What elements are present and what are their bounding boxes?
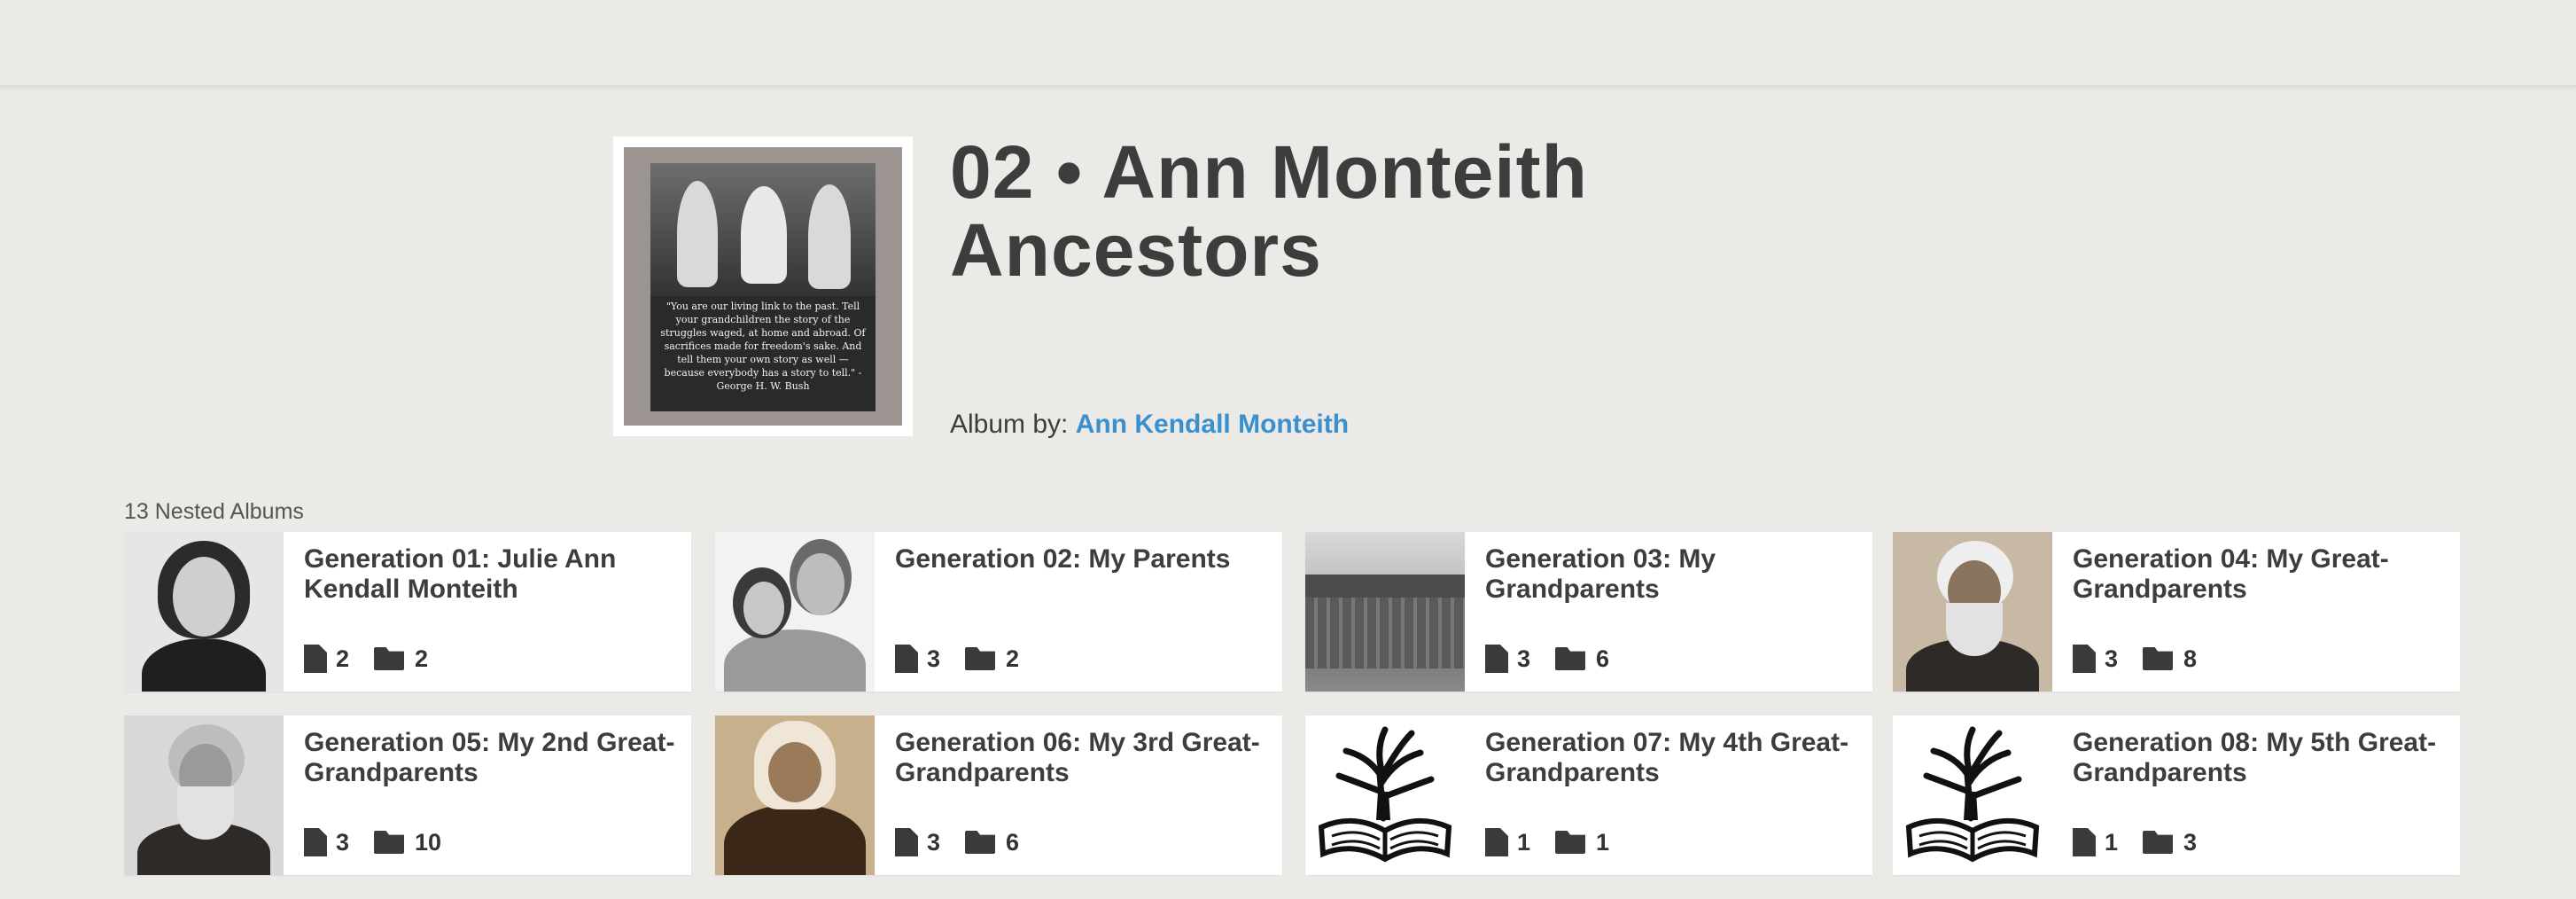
- nested-album-card[interactable]: Generation 04: My Great-Grandparents 3 8: [1893, 532, 2460, 692]
- folder-icon: [1555, 831, 1586, 854]
- album-thumbnail: [715, 715, 875, 875]
- album-cover-image[interactable]: "You are our living link to the past. Te…: [613, 137, 913, 436]
- document-icon: [2073, 645, 2096, 673]
- document-icon: [895, 828, 918, 856]
- album-thumbnail: [1305, 715, 1465, 875]
- album-card-stats: 1 3: [2073, 827, 2197, 857]
- album-card-stats: 3 8: [2073, 644, 2197, 674]
- nested-album-card[interactable]: Generation 06: My 3rd Great-Grandparents…: [715, 715, 1282, 875]
- nested-albums-count: 13 Nested Albums: [124, 499, 304, 524]
- album-thumbnail: [1305, 532, 1465, 692]
- album-card-stats: 3 10: [304, 827, 441, 857]
- folder-count: 6: [1006, 828, 1020, 856]
- folder-count: 6: [1596, 645, 1610, 672]
- document-icon: [304, 645, 327, 673]
- folder-count: 2: [415, 645, 429, 672]
- album-card-title[interactable]: Generation 02: My Parents: [895, 544, 1267, 575]
- nested-album-card[interactable]: Generation 07: My 4th Great-Grandparents…: [1305, 715, 1872, 875]
- top-navigation-bar: [0, 0, 2576, 87]
- album-card-title[interactable]: Generation 07: My 4th Great-Grandparents: [1485, 728, 1857, 788]
- document-count: 3: [336, 828, 350, 856]
- folder-icon: [1555, 647, 1586, 670]
- document-icon: [895, 645, 918, 673]
- document-icon: [1485, 828, 1508, 856]
- document-count: 3: [927, 645, 941, 672]
- folder-icon: [2143, 647, 2174, 670]
- album-thumbnail: [1893, 715, 2052, 875]
- cover-photo: "You are our living link to the past. Te…: [650, 163, 876, 411]
- album-card-title[interactable]: Generation 01: Julie Ann Kendall Monteit…: [304, 544, 676, 605]
- cover-matte: "You are our living link to the past. Te…: [624, 147, 902, 426]
- folder-count: 8: [2183, 645, 2198, 672]
- children-photo: [650, 163, 876, 296]
- nested-album-card[interactable]: Generation 05: My 2nd Great-Grandparents…: [124, 715, 691, 875]
- nested-album-card[interactable]: Generation 01: Julie Ann Kendall Monteit…: [124, 532, 691, 692]
- album-card-title[interactable]: Generation 06: My 3rd Great-Grandparents: [895, 728, 1267, 788]
- album-thumbnail: [124, 532, 284, 692]
- album-card-stats: 1 1: [1485, 827, 1609, 857]
- nested-album-card[interactable]: Generation 03: My Grandparents 3 6: [1305, 532, 1872, 692]
- nested-album-card[interactable]: Generation 02: My Parents 3 2: [715, 532, 1282, 692]
- document-count: 1: [1517, 828, 1531, 856]
- album-card-stats: 3 6: [1485, 644, 1609, 674]
- album-by-label: Album by:: [950, 410, 1069, 439]
- album-card-stats: 3 2: [895, 644, 1019, 674]
- album-thumbnail: [1893, 532, 2052, 692]
- folder-count: 10: [415, 828, 442, 856]
- document-icon: [1485, 645, 1508, 673]
- document-count: 1: [2105, 828, 2119, 856]
- folder-icon: [965, 647, 996, 670]
- document-count: 3: [927, 828, 941, 856]
- folder-icon: [965, 831, 996, 854]
- folder-count: 2: [1006, 645, 1020, 672]
- document-count: 2: [336, 645, 350, 672]
- album-card-stats: 3 6: [895, 827, 1019, 857]
- album-card-title[interactable]: Generation 04: My Great-Grandparents: [2073, 544, 2445, 605]
- album-card-title[interactable]: Generation 05: My 2nd Great-Grandparents: [304, 728, 676, 788]
- folder-count: 3: [2183, 828, 2198, 856]
- album-card-title[interactable]: Generation 03: My Grandparents: [1485, 544, 1857, 605]
- tree-book-icon: [1905, 726, 2040, 863]
- folder-icon: [2143, 831, 2174, 854]
- folder-count: 1: [1596, 828, 1610, 856]
- folder-icon: [374, 647, 405, 670]
- album-owner-link[interactable]: Ann Kendall Monteith: [1076, 410, 1349, 439]
- nested-album-card[interactable]: Generation 08: My 5th Great-Grandparents…: [1893, 715, 2460, 875]
- cover-quote: "You are our living link to the past. Te…: [660, 301, 866, 392]
- document-count: 3: [1517, 645, 1531, 672]
- album-byline: Album by: Ann Kendall Monteith: [950, 410, 1349, 440]
- document-count: 3: [2105, 645, 2119, 672]
- album-thumbnail: [124, 715, 284, 875]
- album-thumbnail: [715, 532, 875, 692]
- document-icon: [304, 828, 327, 856]
- tree-book-icon: [1318, 726, 1452, 863]
- folder-icon: [374, 831, 405, 854]
- document-icon: [2073, 828, 2096, 856]
- album-card-stats: 2 2: [304, 644, 428, 674]
- album-title: 02 • Ann Monteith Ancestors: [950, 130, 1588, 292]
- album-card-title[interactable]: Generation 08: My 5th Great-Grandparents: [2073, 728, 2445, 788]
